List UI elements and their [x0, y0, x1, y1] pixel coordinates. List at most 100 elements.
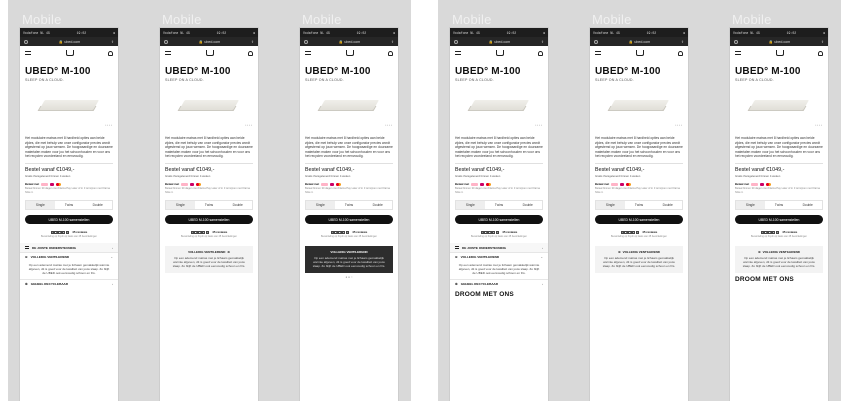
- carousel-dots[interactable]: • • • •: [535, 123, 542, 127]
- carousel-indicator[interactable]: ● ● ○: [300, 275, 398, 279]
- carousel-dots[interactable]: • • • •: [675, 123, 682, 127]
- price: Bestel vanaf €1049,-: [25, 167, 75, 174]
- reviews-summary[interactable]: ★ ★ ★ ★ ★ 45 reviews: [590, 230, 688, 234]
- lock-icon: 🔒: [628, 39, 634, 44]
- share-icon[interactable]: ⇧: [111, 40, 114, 44]
- configure-button[interactable]: UBED M-100 samenstellen: [595, 215, 683, 225]
- menu-icon[interactable]: [735, 51, 741, 55]
- size-single[interactable]: Single: [736, 201, 765, 210]
- browser-url-bar[interactable]: 🔒 ubed.com ⇧: [300, 37, 398, 46]
- reviews-summary[interactable]: ★ ★ ★ ★ ★ 45 reviews: [300, 230, 398, 234]
- size-double[interactable]: Double: [223, 201, 252, 209]
- reviews-summary[interactable]: ★ ★ ★ ★ ★ 45 reviews: [450, 230, 548, 234]
- share-icon[interactable]: ⇧: [541, 40, 544, 44]
- ubed-logo[interactable]: [345, 50, 354, 56]
- cart-icon[interactable]: [538, 50, 543, 56]
- cart-icon[interactable]: [818, 50, 823, 56]
- product-image[interactable]: • • • •: [590, 88, 688, 132]
- size-twins[interactable]: Twins: [195, 201, 224, 209]
- ubed-logo[interactable]: [495, 50, 504, 56]
- share-icon[interactable]: ⇧: [251, 40, 254, 44]
- accordion-ventilation[interactable]: ≋ VOLLEDIG VENTILEREND ⌄: [20, 252, 118, 261]
- accordion-support[interactable]: DE JUISTE ONDERSTEUNING ›: [450, 243, 548, 253]
- size-twins[interactable]: Twins: [625, 201, 654, 209]
- size-single[interactable]: Single: [596, 201, 625, 210]
- feature-text: Op een ademend matras met je lichaam gem…: [312, 256, 386, 269]
- ubed-logo[interactable]: [65, 50, 74, 56]
- url-text[interactable]: 🔒 ubed.com: [59, 40, 80, 44]
- size-double[interactable]: Double: [653, 201, 682, 209]
- cart-icon[interactable]: [248, 50, 253, 56]
- review-count: 45 reviews: [782, 230, 798, 235]
- size-single[interactable]: Single: [26, 201, 55, 210]
- share-icon[interactable]: ⇧: [681, 40, 684, 44]
- share-icon[interactable]: ⇧: [391, 40, 394, 44]
- cart-icon[interactable]: [678, 50, 683, 56]
- browser-url-bar[interactable]: 🔒 ubed.com ⇧: [20, 37, 118, 46]
- menu-icon[interactable]: [305, 51, 311, 55]
- reader-icon[interactable]: [164, 39, 168, 44]
- browser-url-bar[interactable]: 🔒 ubed.com ⇧: [730, 37, 828, 46]
- product-image[interactable]: • • • •: [20, 88, 118, 132]
- ubed-logo[interactable]: [775, 50, 784, 56]
- accordion-recyclable[interactable]: ♻ GEHEEL RECYCLEBAAR ›: [450, 278, 548, 288]
- feature-text: Op een ademend matras met je lichaam gem…: [172, 256, 246, 269]
- reader-icon[interactable]: [734, 39, 738, 44]
- reader-icon[interactable]: [594, 39, 598, 44]
- size-double[interactable]: Double: [363, 201, 392, 209]
- accordion-ventilation[interactable]: ≋ VOLLEDIG VENTILEREND ⌄: [450, 252, 548, 261]
- ubed-logo[interactable]: [635, 50, 644, 56]
- site-nav: [160, 46, 258, 60]
- browser-url-bar[interactable]: 🔒 ubed.com ⇧: [160, 37, 258, 46]
- star-rating: ★ ★ ★ ★ ★: [760, 230, 780, 234]
- menu-icon[interactable]: [165, 51, 171, 55]
- carousel-dots[interactable]: • • • •: [815, 123, 822, 127]
- size-twins[interactable]: Twins: [55, 201, 84, 209]
- product-image[interactable]: • • • •: [450, 88, 548, 132]
- ideal-icon: [330, 182, 335, 187]
- cart-icon[interactable]: [108, 50, 113, 56]
- size-twins[interactable]: Twins: [765, 201, 794, 209]
- reviews-summary[interactable]: ★ ★ ★ ★ ★ 45 reviews: [730, 230, 828, 234]
- menu-icon[interactable]: [595, 51, 601, 55]
- size-single[interactable]: Single: [166, 201, 195, 210]
- payment-note: Betaal binnen 30 dagen met Klarna Pay La…: [305, 187, 390, 194]
- size-single[interactable]: Single: [456, 201, 485, 210]
- configure-button[interactable]: UBED M-100 samenstellen: [735, 215, 823, 225]
- product-image[interactable]: • • • •: [730, 88, 828, 132]
- browser-url-bar[interactable]: 🔒 ubed.com ⇧: [450, 37, 548, 46]
- browser-url-bar[interactable]: 🔒 ubed.com ⇧: [590, 37, 688, 46]
- carousel-dots[interactable]: • • • •: [245, 123, 252, 127]
- product-description: Het modulaire matras met 8 hardheid opti…: [595, 136, 683, 159]
- menu-icon[interactable]: [455, 51, 461, 55]
- reader-icon[interactable]: [304, 39, 308, 44]
- review-count: 45 reviews: [502, 230, 518, 235]
- payment-methods: Betaal met: [160, 178, 258, 186]
- cart-icon[interactable]: [388, 50, 393, 56]
- menu-icon[interactable]: [25, 51, 31, 55]
- carousel-dots[interactable]: • • • •: [105, 123, 112, 127]
- size-double[interactable]: Double: [83, 201, 112, 209]
- configure-button[interactable]: UBED M-100 samenstellen: [165, 215, 253, 225]
- accordion-support[interactable]: DE JUISTE ONDERSTEUNING ›: [20, 243, 118, 253]
- accordion-recyclable[interactable]: ♻ GEHEEL RECYCLEBAAR ›: [20, 278, 118, 288]
- product-image[interactable]: • • • •: [300, 88, 398, 132]
- carousel-dots[interactable]: • • • •: [385, 123, 392, 127]
- ubed-logo[interactable]: [205, 50, 214, 56]
- product-subtitle: SLEEP ON A CLOUD.: [305, 78, 344, 82]
- size-double[interactable]: Double: [793, 201, 822, 209]
- size-twins[interactable]: Twins: [335, 201, 364, 209]
- size-double[interactable]: Double: [513, 201, 542, 209]
- product-image[interactable]: • • • •: [160, 88, 258, 132]
- configure-button[interactable]: UBED M-100 samenstellen: [305, 215, 393, 225]
- reader-icon[interactable]: [24, 39, 28, 44]
- configure-button[interactable]: UBED M-100 samenstellen: [25, 215, 113, 225]
- size-single[interactable]: Single: [306, 201, 335, 210]
- share-icon[interactable]: ⇧: [821, 40, 824, 44]
- reviews-summary[interactable]: ★ ★ ★ ★ ★ 45 reviews: [160, 230, 258, 234]
- reader-icon[interactable]: [454, 39, 458, 44]
- size-selector: Single Twins Double: [595, 200, 683, 211]
- reviews-summary[interactable]: ★ ★ ★ ★ ★ 45 reviews: [20, 230, 118, 234]
- size-twins[interactable]: Twins: [485, 201, 514, 209]
- configure-button[interactable]: UBED M-100 samenstellen: [455, 215, 543, 225]
